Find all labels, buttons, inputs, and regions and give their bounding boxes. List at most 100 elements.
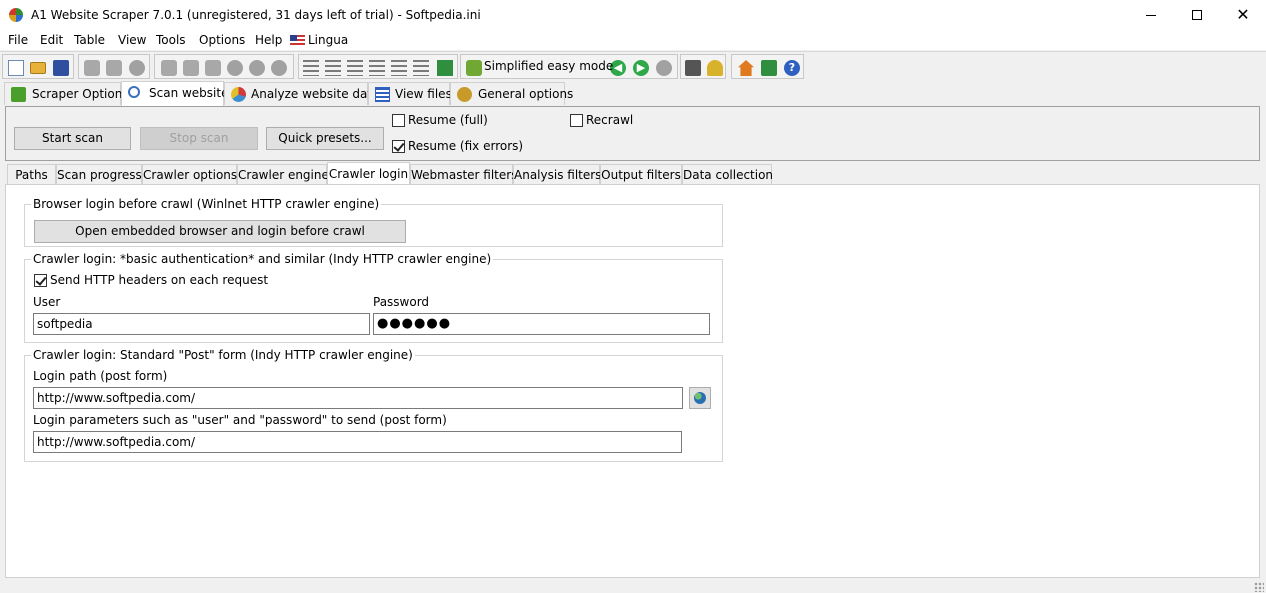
close-icon: ✕ <box>1236 5 1250 24</box>
toolbar-group-help: ? <box>731 54 804 79</box>
save-icon[interactable] <box>53 60 69 76</box>
menu-view[interactable]: View <box>118 33 146 47</box>
menu-options[interactable]: Options <box>199 33 245 47</box>
user-input[interactable]: softpedia <box>33 313 370 335</box>
tab-label: Scan website <box>149 86 229 100</box>
status-bar <box>0 579 1266 593</box>
menu-tools[interactable]: Tools <box>156 33 186 47</box>
subtab-crawler-login[interactable]: Crawler login <box>327 162 410 185</box>
key-icon[interactable] <box>707 60 723 76</box>
post-form-title: Crawler login: Standard "Post" form (Ind… <box>31 348 415 362</box>
table-export-icon[interactable] <box>437 60 453 76</box>
tree-move-icon[interactable] <box>369 60 385 76</box>
tab-scraper-options[interactable]: Scraper Options <box>4 82 129 105</box>
subtab-webmaster-filters[interactable]: Webmaster filters <box>410 164 517 185</box>
paste-icon[interactable] <box>205 60 221 76</box>
send-http-headers-box <box>34 274 47 287</box>
pie-chart-icon <box>231 87 246 102</box>
recrawl-label: Recrawl <box>586 113 634 127</box>
undo-icon[interactable] <box>227 60 243 76</box>
menu-bar: File Edit Table View Tools Options Help … <box>0 30 1266 50</box>
stop-scan-button[interactable]: Stop scan <box>140 127 258 150</box>
toolbar-group-shop <box>680 54 726 79</box>
recrawl-box <box>570 114 583 127</box>
main-tabs: Scraper Options Scan website Analyze web… <box>0 81 1266 106</box>
simplified-easy-mode-button[interactable]: Simplified easy mode <box>484 59 613 73</box>
tab-scan-website[interactable]: Scan website <box>121 81 228 106</box>
login-params-input[interactable]: http://www.softpedia.com/ <box>33 431 682 453</box>
us-flag-icon <box>290 35 305 45</box>
help-icon[interactable]: ? <box>784 60 800 76</box>
subtab-scan-progress[interactable]: Scan progress <box>56 164 142 185</box>
password-input[interactable]: ●●●●●● <box>373 313 710 335</box>
tree-list-icon[interactable] <box>347 60 363 76</box>
menu-file[interactable]: File <box>8 33 28 47</box>
maximize-icon <box>1192 10 1202 20</box>
home-icon[interactable] <box>738 60 754 76</box>
subtab-output-filters[interactable]: Output filters <box>600 164 682 185</box>
menu-help[interactable]: Help <box>255 33 282 47</box>
login-path-label: Login path (post form) <box>33 369 168 383</box>
find-next-icon[interactable] <box>271 60 287 76</box>
project-copy-icon[interactable] <box>84 60 100 76</box>
close-button[interactable]: ✕ <box>1220 0 1266 30</box>
cart-icon[interactable] <box>685 60 701 76</box>
tree-outdent-icon[interactable] <box>413 60 429 76</box>
tab-general-options[interactable]: General options <box>450 82 573 105</box>
post-form-group: Crawler login: Standard "Post" form (Ind… <box>24 348 723 462</box>
subtab-analysis-filters[interactable]: Analysis filters <box>513 164 601 185</box>
toolbar: ◀ ▶ Simplified easy mode ? <box>0 51 1266 81</box>
open-url-button[interactable] <box>689 387 711 409</box>
tab-label: View files <box>395 87 452 101</box>
scan-controls-panel: Start scan Stop scan Quick presets... Re… <box>5 106 1260 161</box>
resize-grip-icon[interactable] <box>1254 582 1264 592</box>
find-icon[interactable] <box>249 60 265 76</box>
open-folder-icon[interactable] <box>30 62 46 74</box>
maximize-button[interactable] <box>1174 0 1220 30</box>
app-icon <box>9 8 23 22</box>
login-params-label: Login parameters such as "user" and "pas… <box>33 413 447 427</box>
quick-presets-button[interactable]: Quick presets... <box>266 127 384 150</box>
minimize-icon <box>1146 14 1156 16</box>
tab-label: Analyze website data <box>251 87 380 101</box>
subtab-crawler-engine[interactable]: Crawler engine <box>237 164 329 185</box>
title-bar: A1 Website Scraper 7.0.1 (unregistered, … <box>0 0 1266 30</box>
open-embedded-browser-button[interactable]: Open embedded browser and login before c… <box>34 220 406 243</box>
tab-label: General options <box>478 87 574 101</box>
cut-icon[interactable] <box>161 60 177 76</box>
basic-auth-title: Crawler login: *basic authentication* an… <box>31 252 494 266</box>
login-path-input[interactable]: http://www.softpedia.com/ <box>33 387 683 409</box>
copy-icon[interactable] <box>183 60 199 76</box>
toolbar-group-tree <box>298 54 458 79</box>
tab-view-files[interactable]: View files <box>368 82 452 105</box>
basic-auth-group: Crawler login: *basic authentication* an… <box>24 252 723 343</box>
menu-table[interactable]: Table <box>74 33 105 47</box>
share-icon[interactable] <box>761 60 777 76</box>
new-document-icon[interactable] <box>8 60 24 76</box>
subtab-data-collection[interactable]: Data collection <box>682 164 773 185</box>
tree-indent-icon[interactable] <box>391 60 407 76</box>
crawler-login-panel: Browser login before crawl (Winlnet HTTP… <box>5 184 1260 578</box>
project-paste-icon[interactable] <box>106 60 122 76</box>
resume-full-label: Resume (full) <box>408 113 488 127</box>
menu-lingua[interactable]: Lingua <box>290 33 348 47</box>
menu-edit[interactable]: Edit <box>40 33 63 47</box>
browser-login-group: Browser login before crawl (Winlnet HTTP… <box>24 197 723 247</box>
refresh-icon[interactable] <box>656 60 672 76</box>
tree-expand-icon[interactable] <box>325 60 341 76</box>
forward-arrow-icon[interactable]: ▶ <box>633 60 649 76</box>
tree-collapse-icon[interactable] <box>303 60 319 76</box>
minimize-button[interactable] <box>1128 0 1174 30</box>
globe-icon <box>694 392 706 404</box>
subtab-paths[interactable]: Paths <box>7 164 56 185</box>
sub-tabs: Paths Scan progress Crawler options Craw… <box>5 162 1260 185</box>
user-label: User <box>33 295 61 309</box>
send-http-headers-label: Send HTTP headers on each request <box>50 273 269 287</box>
start-scan-button[interactable]: Start scan <box>14 127 131 150</box>
tab-label: Scraper Options <box>32 87 129 101</box>
simplified-mode-icon[interactable] <box>466 60 482 76</box>
resume-full-box <box>392 114 405 127</box>
subtab-crawler-options[interactable]: Crawler options <box>142 164 237 185</box>
tab-analyze-website-data[interactable]: Analyze website data <box>224 82 379 105</box>
stamp-icon[interactable] <box>129 60 145 76</box>
